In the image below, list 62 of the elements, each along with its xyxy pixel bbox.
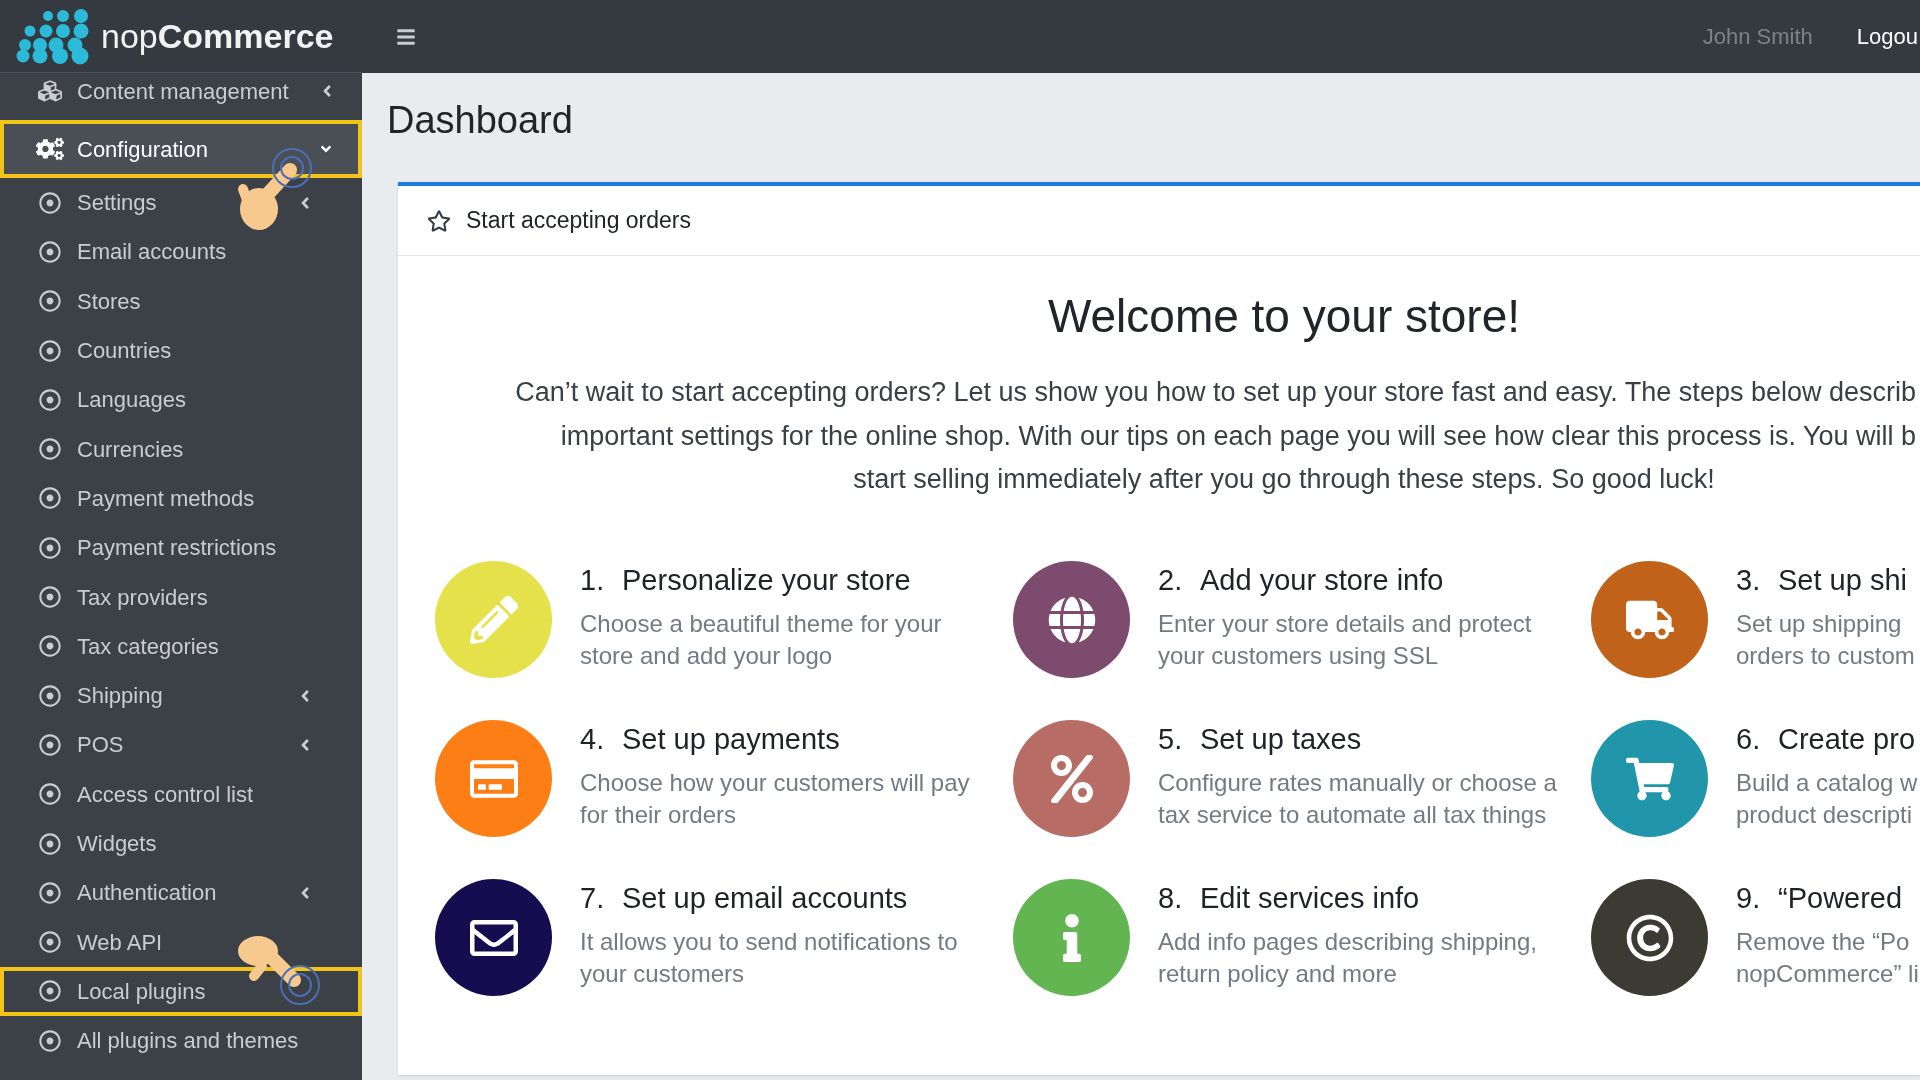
logo-wordmark: nopCommerce (101, 15, 334, 57)
step-description: Add info pages describing shipping, return policy and more (1158, 927, 1537, 989)
sidebar-item[interactable]: Configuration (0, 120, 362, 178)
sidebar-item[interactable]: Widgets (0, 818, 163, 869)
step-number: 3. (1736, 563, 1762, 598)
step-description: Build a catalog w product descripti (1736, 768, 1918, 830)
step-description: Choose a beautiful theme for your store and add your logo (580, 609, 942, 671)
step-title: Create pro (1778, 722, 1915, 757)
sidebar-item[interactable]: Email accounts (0, 227, 233, 277)
step-description: Remove the “Po nopCommerce” li (1736, 927, 1919, 989)
step-number: 7. (580, 881, 606, 916)
step-title: Add your store info (1200, 563, 1444, 598)
step-description: Configure rates manually or choose a tax service to automate all tax things (1158, 768, 1557, 830)
step-title: “Powered (1778, 881, 1903, 916)
step-title: Set up taxes (1200, 722, 1362, 757)
cubes-icon (36, 79, 64, 103)
step-title: Edit services info (1200, 881, 1420, 916)
step-title: Personalize your store (622, 563, 911, 598)
sidebar-item[interactable]: Currencies (0, 424, 190, 474)
sidebar-item[interactable]: All plugins and themes (0, 1016, 305, 1066)
page-title: Dashboard (386, 98, 574, 143)
step-description: Choose how your customers will pay for their orders (580, 768, 970, 830)
sidebar-item[interactable]: Tax categories (0, 621, 225, 671)
step-title: Set up payments (622, 722, 840, 757)
pointing-hand-icon (238, 934, 302, 989)
step-description: Set up shipping orders to custom (1736, 609, 1915, 671)
menu-button[interactable] (396, 26, 416, 47)
sidebar-item[interactable]: Shipping (0, 670, 169, 721)
step-number: 2. (1158, 563, 1184, 598)
sidebar-item[interactable]: Content management (0, 73, 295, 120)
sidebar-item[interactable]: Access control list (0, 769, 260, 819)
step-number: 9. (1736, 881, 1762, 916)
sidebar-item[interactable]: Local plugins (0, 966, 362, 1017)
tap-ripple-icon (279, 963, 321, 1006)
star-icon (427, 208, 451, 233)
sidebar-item[interactable]: Languages (0, 375, 192, 425)
sidebar-item[interactable]: POS (0, 720, 130, 770)
sidebar-item[interactable]: Payment methods (0, 473, 261, 524)
sidebar-item[interactable]: Authentication (0, 868, 223, 918)
step-title: Set up shi (1778, 563, 1907, 598)
sidebar-item[interactable]: Tax providers (0, 572, 214, 622)
logout-link[interactable]: Logou (1856, 20, 1918, 53)
sidebar-item[interactable]: Settings (0, 178, 163, 228)
sidebar-item[interactable]: Web API (0, 917, 169, 967)
pointing-hand-icon (236, 160, 298, 232)
sidebar-item[interactable]: Stores (0, 276, 147, 326)
sidebar-item[interactable]: Countries (0, 325, 178, 376)
intro-paragraph: Can’t wait to start accepting orders? Let us show you how to set up your store fast and easy. The steps below describ important settings for the online shop. With our tips on each page you will see how clear this process is. You will b start selling immediately after you go through these steps. So good luck! (514, 376, 1916, 496)
step-number: 4. (580, 722, 606, 757)
tap-ripple-icon (271, 147, 313, 189)
step-title: Set up email accounts (622, 881, 908, 916)
gears-icon (36, 137, 64, 161)
step-number: 8. (1158, 881, 1184, 916)
welcome-heading: Welcome to your store! (1046, 289, 1522, 343)
step-description: Enter your store details and protect your customers using SSL (1158, 609, 1532, 671)
card-title: Start accepting orders (466, 206, 691, 236)
step-number: 6. (1736, 722, 1762, 757)
step-description: It allows you to send notifications to your customers (580, 927, 958, 989)
sidebar-item[interactable]: Payment restrictions (0, 523, 283, 573)
step-number: 5. (1158, 722, 1184, 757)
step-number: 1. (580, 563, 606, 598)
menu-icon (396, 26, 416, 47)
